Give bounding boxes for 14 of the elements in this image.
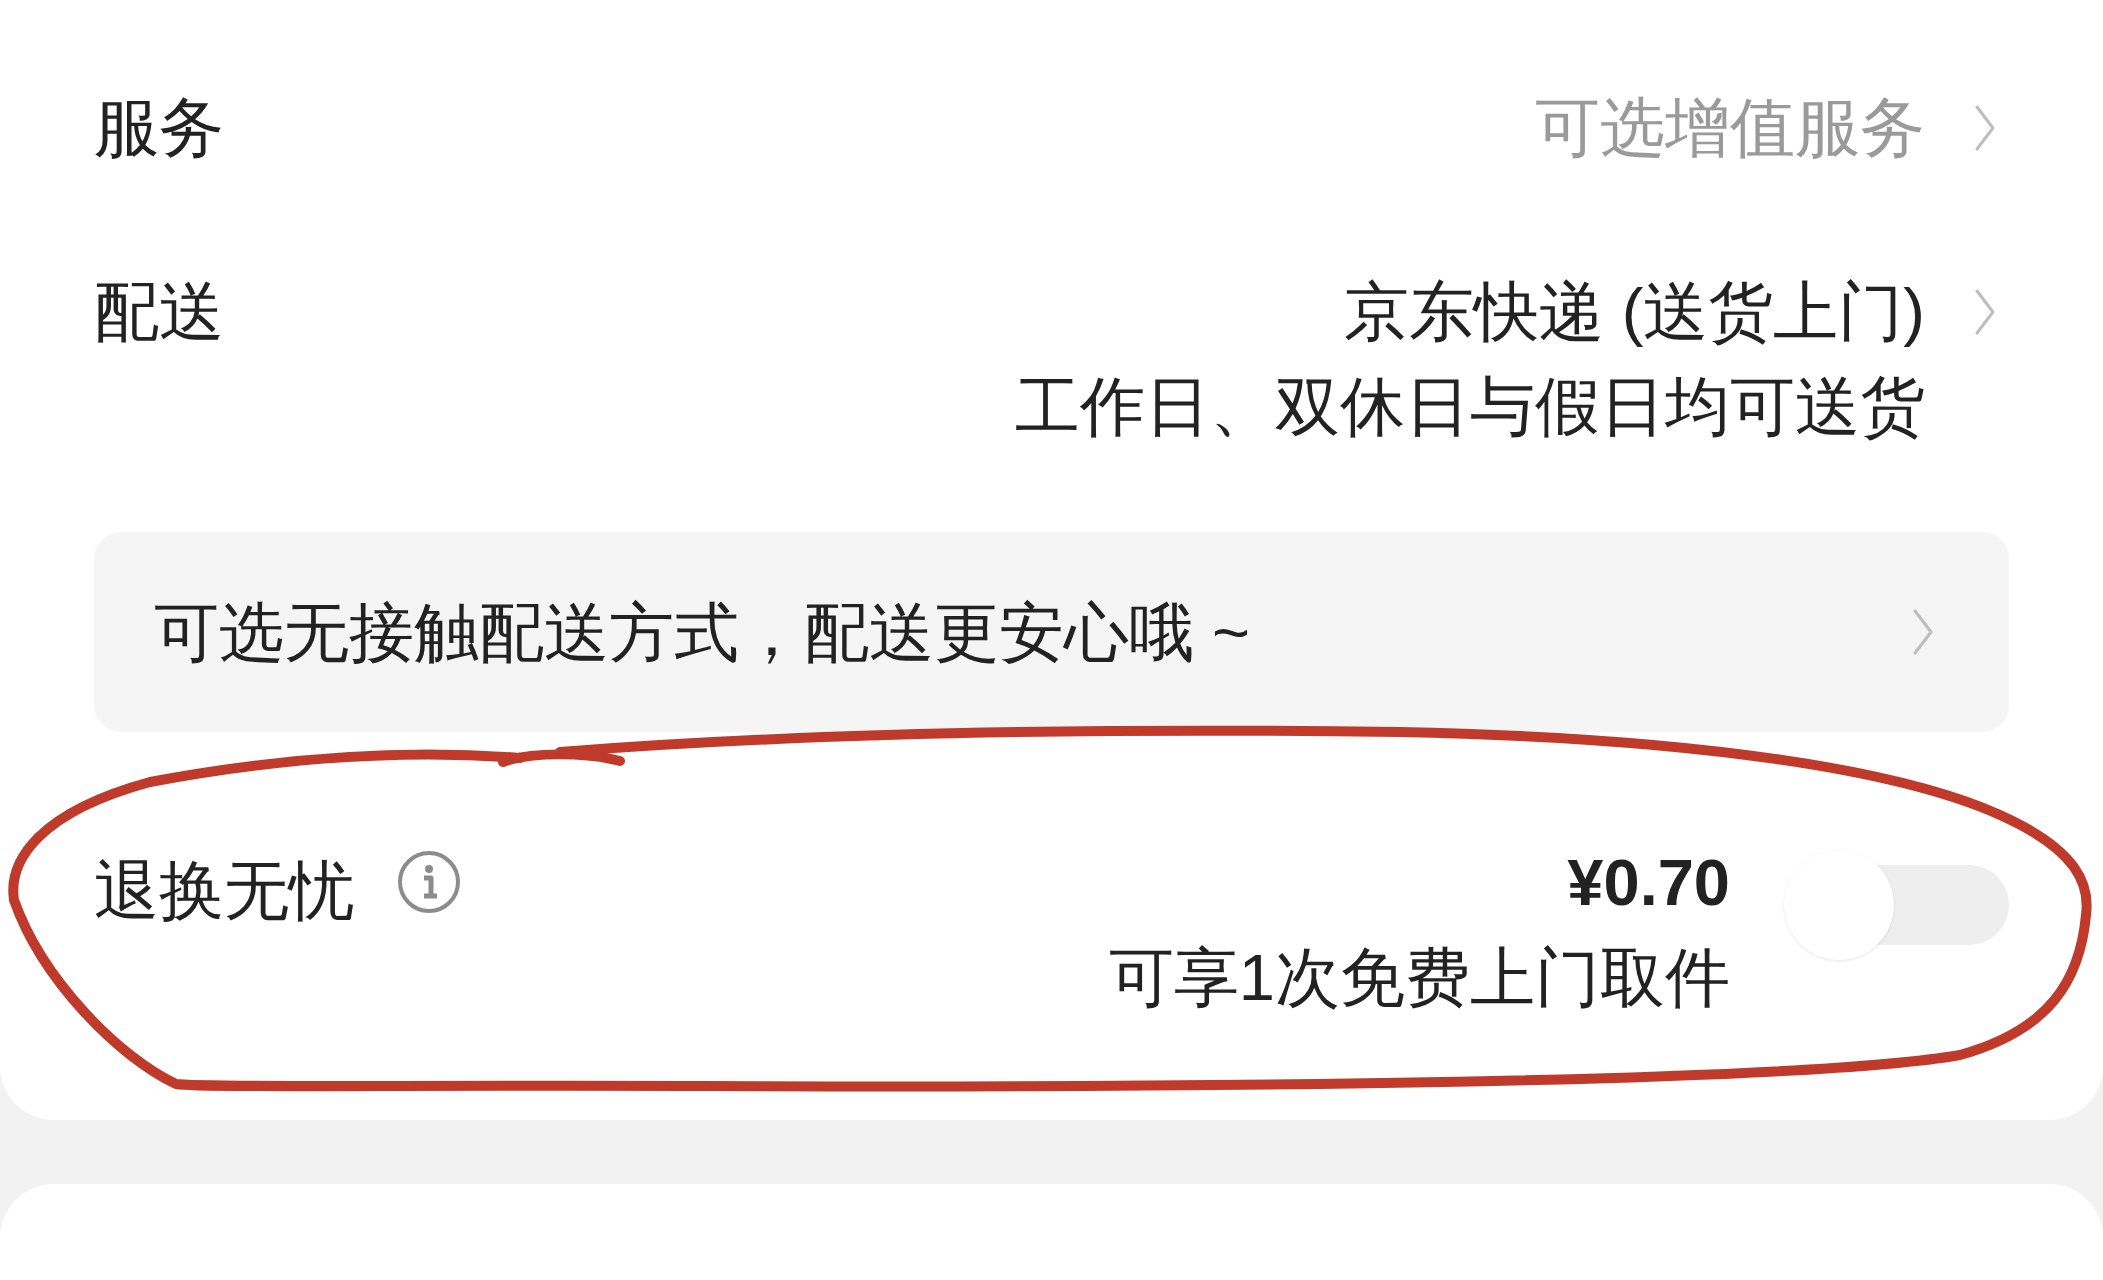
info-icon[interactable]: [397, 850, 461, 914]
contactless-delivery-banner[interactable]: 可选无接触配送方式，配送更安心哦 ~: [94, 532, 2009, 732]
delivery-schedule: 工作日、双休日与假日均可送货: [1015, 369, 1925, 445]
row-label: 退换无忧: [94, 853, 354, 929]
toggle-switch[interactable]: [1784, 850, 2009, 960]
price: ¥0.70: [1567, 845, 1730, 921]
banner-text: 可选无接触配送方式，配送更安心哦 ~: [154, 594, 1251, 671]
pickup-note: 可享1次免费上门取件: [1108, 940, 1730, 1016]
row-label: 服务: [94, 90, 224, 166]
chevron-right-icon: [1974, 104, 1996, 152]
chevron-right-icon: [1974, 288, 1996, 336]
row-label: 配送: [94, 274, 224, 350]
chevron-right-icon: [1912, 608, 1934, 656]
carrier-value[interactable]: 京东快递 (送货上门): [1343, 264, 1925, 359]
